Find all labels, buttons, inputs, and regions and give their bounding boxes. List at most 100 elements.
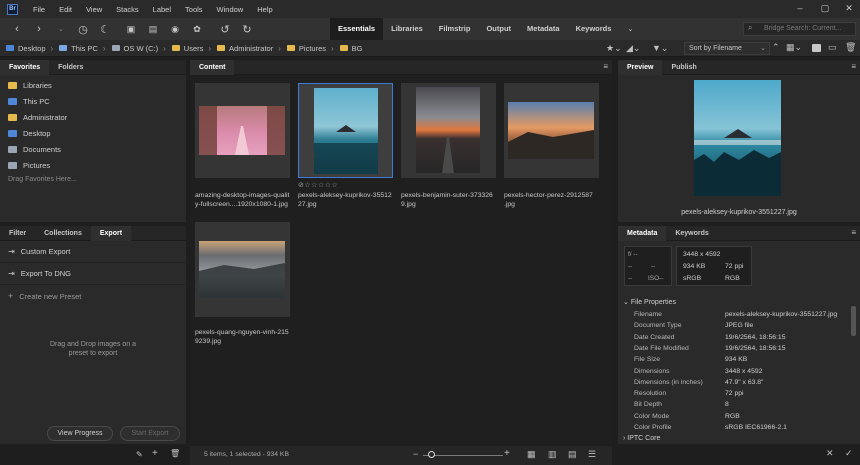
tab-publish[interactable]: Publish [662, 60, 705, 75]
menu-label[interactable]: Label [146, 5, 178, 14]
menu-edit[interactable]: Edit [52, 5, 79, 14]
crumb-bg[interactable]: BG [339, 44, 363, 53]
open-recent-icon[interactable]: ▦⌄ [786, 42, 802, 53]
workspace-filmstrip[interactable]: Filmstrip [431, 18, 479, 40]
list-view-icon[interactable]: ☰ [588, 449, 596, 460]
trash-icon[interactable]: 🗑 [845, 42, 856, 53]
return-icon[interactable]: ☾ [98, 23, 112, 36]
camera-import-icon[interactable]: ▣ [124, 24, 138, 35]
search-input[interactable]: Bridge Search: Current... [743, 22, 856, 36]
favorite-pictures[interactable]: Pictures [0, 157, 186, 173]
thumbnail-4[interactable] [504, 83, 599, 178]
tab-favorites[interactable]: Favorites [0, 59, 50, 75]
thumbnail-size-slider[interactable] [423, 455, 503, 456]
tab-folders[interactable]: Folders [49, 60, 92, 75]
tab-export[interactable]: Export [90, 225, 132, 241]
metadata-value[interactable]: 934 KB [725, 356, 747, 367]
open-in-camera-raw-icon[interactable]: ◉ [168, 24, 182, 35]
crumb-drive[interactable]: OS W (C:) [111, 44, 158, 53]
metadata-value[interactable]: sRGB IEC61966-2.1 [725, 424, 787, 435]
metadata-value[interactable]: 47.9" x 63.8" [725, 379, 763, 390]
metadata-value[interactable]: pexels-aleksey-kuprikov-3551227.jpg [725, 311, 837, 322]
thumbnail-2-selected[interactable] [298, 83, 393, 178]
favorite-this-pc[interactable]: This PC [0, 93, 186, 109]
menu-window[interactable]: Window [210, 5, 251, 14]
metadata-value[interactable]: 3448 x 4592 [725, 368, 762, 379]
workspace-essentials[interactable]: Essentials [330, 18, 384, 40]
edit-icon[interactable]: ✎ [136, 450, 143, 459]
workspace-keywords[interactable]: Keywords [568, 18, 620, 40]
tab-filter[interactable]: Filter [0, 226, 35, 241]
menu-view[interactable]: View [79, 5, 109, 14]
tab-metadata[interactable]: Metadata [618, 225, 667, 241]
crumb-administrator[interactable]: Administrator [217, 44, 273, 53]
grid-view-icon[interactable]: ▦ [527, 449, 536, 460]
minimize-icon[interactable]: – [795, 3, 805, 13]
filter-icon[interactable]: ▼⌄ [652, 43, 668, 54]
sort-direction-icon[interactable]: ⌃ [772, 42, 780, 53]
crumb-pictures[interactable]: Pictures [286, 44, 326, 53]
crumb-desktop[interactable]: Desktop [6, 44, 46, 53]
star-filter-icon[interactable]: ★⌄ [606, 43, 622, 54]
metadata-value[interactable]: RGB [725, 413, 740, 424]
forward-icon[interactable]: › [32, 23, 46, 35]
favorite-administrator[interactable]: Administrator [0, 109, 186, 125]
thumbnail-1[interactable] [195, 83, 290, 178]
thumbnail-5[interactable] [195, 222, 290, 317]
export-to-dng-item[interactable]: ⇥ Export To DNG [0, 263, 186, 285]
view-progress-button[interactable]: View Progress [47, 426, 113, 441]
workspace-libraries[interactable]: Libraries [383, 18, 431, 40]
open-folder-icon[interactable]: ▭ [828, 42, 837, 53]
slider-handle[interactable] [428, 451, 435, 458]
rotate-left-icon[interactable]: ↺ [218, 23, 232, 36]
thumbnail-3[interactable] [401, 83, 496, 178]
maximize-icon[interactable]: ▢ [820, 3, 830, 13]
menu-tools[interactable]: Tools [178, 5, 210, 14]
start-export-button[interactable]: Start Export [120, 426, 180, 441]
favorite-desktop[interactable]: Desktop [0, 125, 186, 141]
metadata-value[interactable]: 8 [725, 401, 729, 412]
settings-icon[interactable]: ✿ [190, 24, 204, 35]
sort-dropdown[interactable]: Sort by Filename ⌄ [684, 42, 770, 55]
details-view-icon[interactable]: ▤ [568, 449, 577, 460]
create-preset-item[interactable]: + Create new Preset [0, 285, 186, 307]
apply-icon[interactable]: ✓ [845, 448, 853, 459]
back-icon[interactable]: ‹ [10, 23, 24, 35]
add-icon[interactable]: + [152, 448, 158, 459]
new-folder-icon[interactable] [812, 44, 821, 52]
quality-icon[interactable]: ◢⌄ [626, 43, 640, 54]
file-properties-section[interactable]: ⌄ File Properties [623, 298, 676, 306]
metadata-value[interactable]: 19/6/2564, 18:56:15 [725, 334, 785, 345]
menu-file[interactable]: File [26, 5, 52, 14]
metadata-value[interactable]: 19/6/2564, 18:56:15 [725, 345, 785, 356]
recent-files-icon[interactable]: ◷ [76, 23, 90, 36]
close-window-icon[interactable]: ✕ [844, 3, 854, 13]
tab-keywords[interactable]: Keywords [666, 226, 717, 241]
menu-help[interactable]: Help [250, 5, 279, 14]
workspace-dropdown-icon[interactable]: ⌄ [623, 25, 637, 33]
tab-preview[interactable]: Preview [618, 59, 663, 75]
delete-icon[interactable]: 🗑 [170, 449, 180, 458]
metadata-scrollbar[interactable] [851, 306, 856, 336]
menu-stacks[interactable]: Stacks [109, 5, 146, 14]
rating-stars[interactable]: ⊘☆☆☆☆☆ [298, 181, 338, 189]
lock-grid-icon[interactable]: ▥ [548, 449, 557, 460]
zoom-in-icon[interactable]: + [504, 448, 510, 459]
panel-menu-icon[interactable]: ≡ [851, 62, 856, 71]
iptc-core-section[interactable]: › IPTC Core [623, 435, 660, 442]
refine-icon[interactable]: ▤ [146, 24, 160, 35]
custom-export-item[interactable]: ⇥ Custom Export [0, 241, 186, 263]
crumb-this-pc[interactable]: This PC [59, 44, 98, 53]
favorite-libraries[interactable]: Libraries [0, 77, 186, 93]
history-dropdown-icon[interactable]: ⌄ [54, 25, 68, 33]
cancel-icon[interactable]: ✕ [826, 448, 834, 459]
metadata-value[interactable]: JPEG file [725, 322, 753, 333]
favorite-documents[interactable]: Documents [0, 141, 186, 157]
tab-collections[interactable]: Collections [35, 226, 91, 241]
preview-image[interactable] [694, 80, 781, 196]
tab-content[interactable]: Content [190, 59, 235, 75]
panel-menu-icon[interactable]: ≡ [851, 228, 856, 237]
rotate-right-icon[interactable]: ↻ [240, 23, 254, 36]
workspace-metadata[interactable]: Metadata [519, 18, 568, 40]
crumb-users[interactable]: Users [171, 44, 203, 53]
